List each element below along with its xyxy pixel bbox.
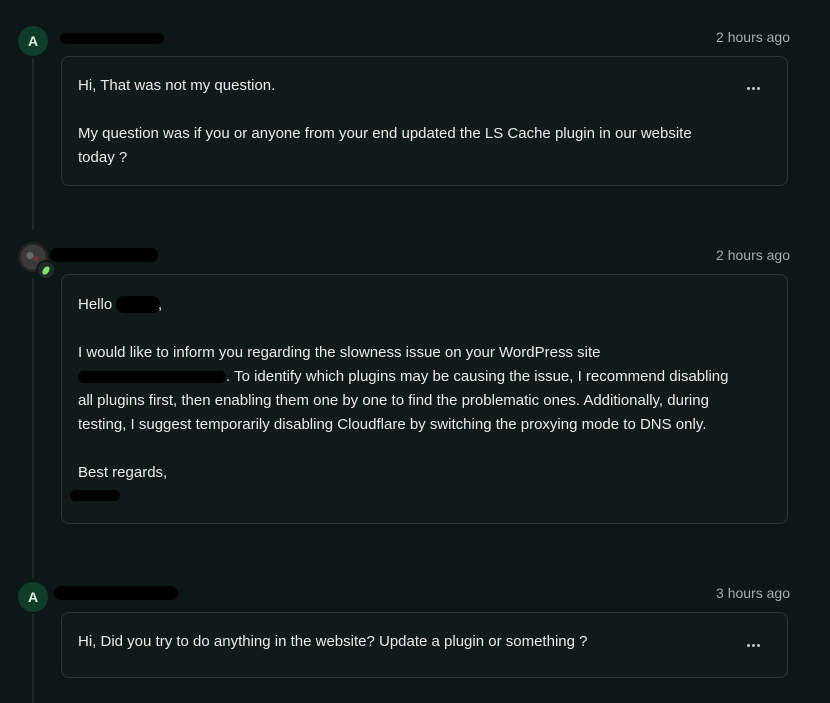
comment-text-line: . To identify which plugins may be causi… [226,368,729,385]
redacted-recipient-name [116,296,160,313]
comment-text-line: all plugins first, then enabling them on… [78,392,709,409]
comment-text-line: testing, I suggest temporarily disabling… [78,416,707,433]
comment-card: Hello , I would like to inform you regar… [61,274,788,524]
comment-text-line: Best regards, [78,464,168,481]
more-horizontal-icon[interactable] [747,85,761,91]
status-badge [36,260,56,280]
thread-line [32,58,34,230]
redacted-author-name [60,33,164,44]
comment-text-line: Hi, That was not my question. [78,77,276,94]
comment-text-line: Hi, Did you try to do anything in the we… [78,633,588,650]
avatar[interactable]: A [18,582,48,612]
redacted-author-name [54,586,178,600]
timestamp: 2 hours ago [716,29,790,45]
comment-thread: A 2 hours ago Hi, That was not my questi… [0,0,830,703]
greeting: Hello [78,296,113,313]
comment-text-line: I would like to inform you regarding the… [78,344,601,361]
avatar-initial: A [27,33,39,49]
thread-line [32,278,34,578]
redacted-site-url [78,371,226,383]
comment-text-line: Hello [78,293,112,317]
timestamp: 3 hours ago [716,585,790,601]
leaf-icon [41,264,51,276]
redacted-signature [70,490,120,501]
more-horizontal-icon[interactable] [747,642,761,648]
comment-text-line: today ? [78,149,128,166]
avatar-initial: A [27,589,39,605]
comment-card: Hi, Did you try to do anything in the we… [61,612,788,678]
avatar[interactable] [18,242,56,280]
comment-text-line: My question was if you or anyone from yo… [78,125,692,142]
avatar[interactable]: A [18,26,48,56]
thread-line [32,614,34,703]
comment-card: Hi, That was not my question. My questio… [61,56,788,186]
timestamp: 2 hours ago [716,247,790,263]
greeting-suffix: , [158,296,163,313]
redacted-author-name [50,248,158,262]
